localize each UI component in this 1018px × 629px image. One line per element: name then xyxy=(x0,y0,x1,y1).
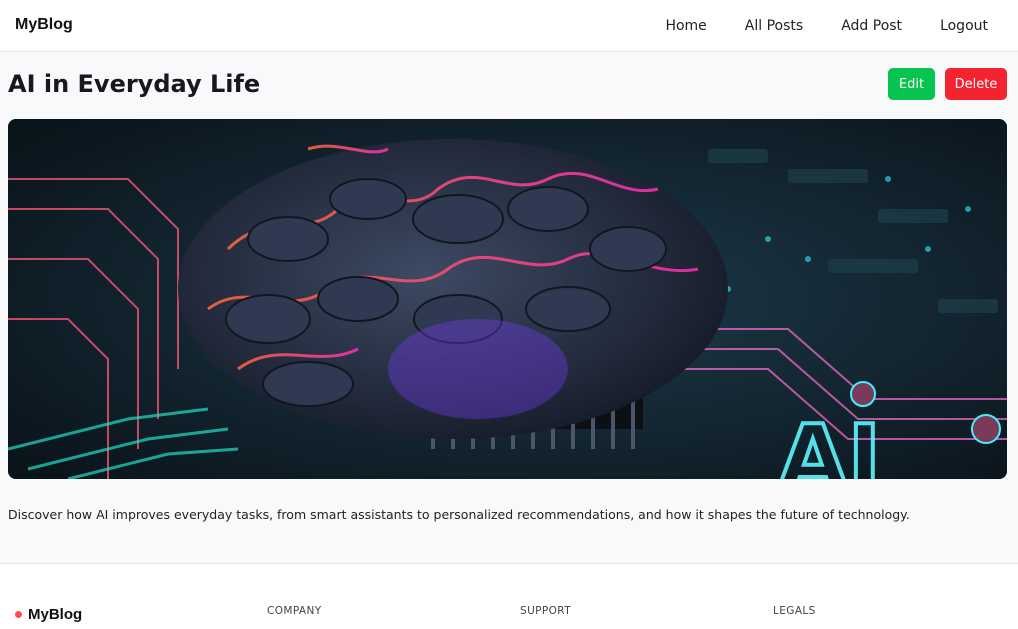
post-hero-image: AI xyxy=(8,119,1007,479)
footer-column-legals: LEGALS xyxy=(773,605,816,617)
footer-brand[interactable]: MyBlog xyxy=(15,606,82,623)
brand-dot-icon xyxy=(15,611,22,618)
svg-text:AI: AI xyxy=(778,406,881,479)
nav-home-link[interactable]: Home xyxy=(665,18,706,34)
delete-button[interactable]: Delete xyxy=(945,68,1007,100)
nav-logout-link[interactable]: Logout xyxy=(940,18,988,34)
site-footer: MyBlog COMPANY SUPPORT LEGALS xyxy=(0,564,1018,629)
footer-column-support: SUPPORT xyxy=(520,605,572,617)
footer-column-company: COMPANY xyxy=(267,605,322,617)
top-navbar: MyBlog Home All Posts Add Post Logout xyxy=(0,0,1018,52)
brand-logo[interactable]: MyBlog xyxy=(15,16,73,34)
brain-circuit-illustration: AI xyxy=(8,119,1007,479)
nav-links: Home All Posts Add Post Logout xyxy=(627,18,988,34)
nav-all-posts-link[interactable]: All Posts xyxy=(745,18,803,34)
post-description: Discover how AI improves everyday tasks,… xyxy=(8,507,910,522)
footer-brand-name: MyBlog xyxy=(28,606,83,623)
post-title: AI in Everyday Life xyxy=(8,70,261,98)
nav-add-post-link[interactable]: Add Post xyxy=(841,18,902,34)
edit-button[interactable]: Edit xyxy=(888,68,935,100)
